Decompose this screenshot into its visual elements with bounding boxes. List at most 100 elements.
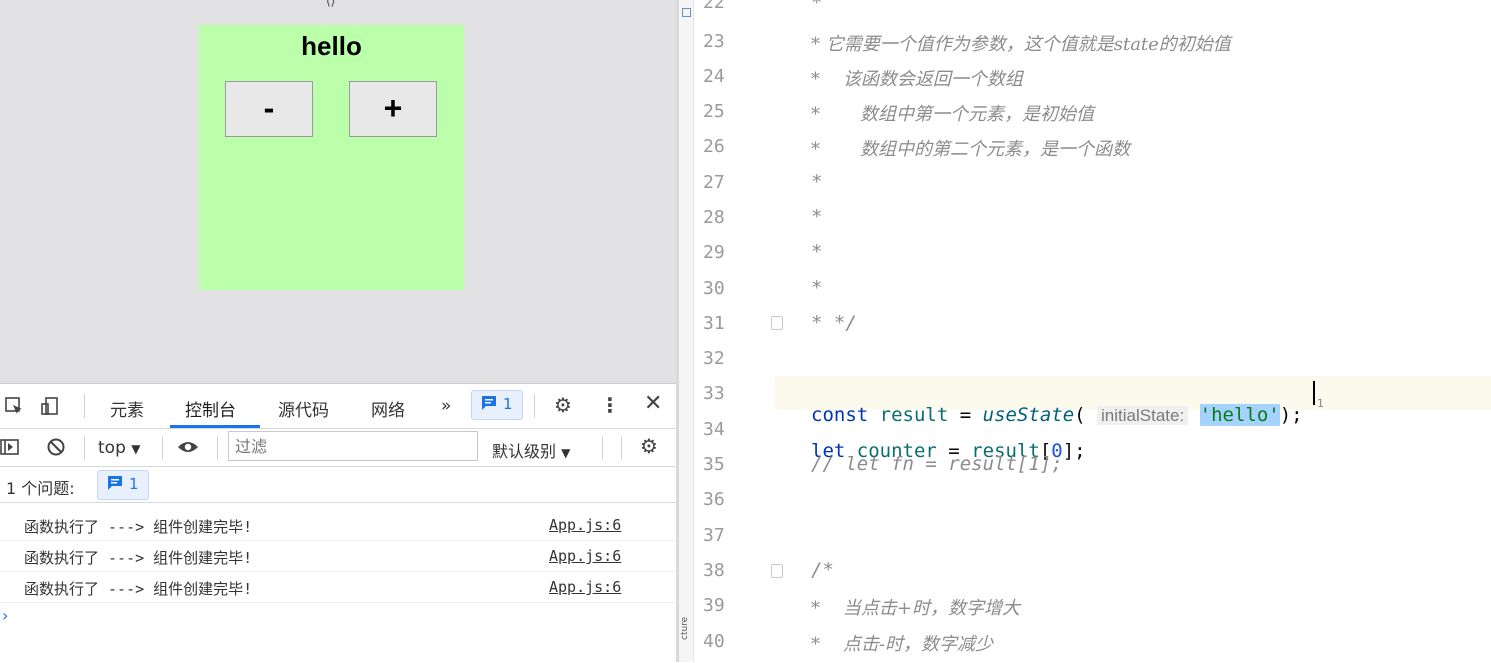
line-number: 28	[703, 207, 725, 228]
message-icon	[481, 395, 497, 415]
fold-end-icon[interactable]	[771, 316, 783, 330]
message-icon	[107, 475, 123, 495]
tab-sources[interactable]: 源代码	[278, 396, 329, 421]
context-selector[interactable]: top ▼	[98, 438, 141, 458]
line-number: 34	[703, 419, 725, 440]
console-prompt[interactable]: ›	[2, 606, 8, 625]
app-container: hello - +	[199, 25, 464, 290]
structure-tab-label[interactable]: cture	[680, 617, 690, 640]
line-number: 29	[703, 242, 725, 263]
browser-viewport: ⟨⟩ hello - +	[0, 0, 676, 383]
close-devtools-icon[interactable]: ✕	[644, 393, 662, 415]
live-expression-eye-icon[interactable]	[177, 437, 199, 462]
tab-network[interactable]: 网络	[371, 396, 405, 421]
code-line-23: * 它需要一个值作为参数，这个值就是state的初始值	[811, 34, 1231, 55]
code-line-22: *	[811, 0, 823, 14]
settings-gear-icon[interactable]: ⚙	[554, 395, 572, 415]
code-line-27: *	[811, 171, 823, 193]
sidebar-toggle-icon[interactable]	[0, 437, 20, 462]
log-source-link[interactable]: App.js:6	[549, 516, 621, 534]
code-line-38: /*	[811, 559, 834, 581]
separator	[621, 436, 622, 460]
console-log-row: 函数执行了 ---> 组件创建完毕! App.js:6	[0, 510, 676, 541]
line-number: 33	[703, 383, 725, 404]
increment-button[interactable]: +	[349, 81, 437, 137]
issues-bar: 1 个问题: 1	[0, 466, 676, 503]
decrement-button[interactable]: -	[225, 81, 313, 137]
issues-badge[interactable]: 1	[97, 470, 149, 500]
context-value: top	[98, 438, 126, 458]
code-line-26: * 数组中的第二个元素，是一个函数	[811, 139, 1131, 160]
line-number: 27	[703, 172, 725, 193]
paren-close: );	[1279, 404, 1303, 426]
line-number: 37	[703, 525, 725, 546]
code-line-28: *	[811, 206, 823, 228]
code-line-24: * 该函数会返回一个数组	[811, 69, 1023, 90]
log-source-link[interactable]: App.js:6	[549, 578, 621, 596]
separator	[602, 436, 603, 460]
structure-icon[interactable]	[682, 8, 691, 17]
line-number: 32	[703, 348, 725, 369]
more-options-icon[interactable]: ⋮	[600, 395, 620, 415]
code-line-35: // let fn = result[1];	[811, 453, 1063, 475]
code-line-31: * */	[811, 312, 857, 334]
inspect-element-icon[interactable]	[4, 396, 24, 421]
separator	[84, 394, 85, 418]
dropdown-arrow-icon: ▼	[561, 446, 571, 460]
devtools-panel: 元素 控制台 源代码 网络 » 1 ⚙ ⋮ ✕ top ▼ 过滤 默认级别 ▼ …	[0, 383, 676, 663]
line-number: 30	[703, 278, 725, 299]
tab-console[interactable]: 控制台	[185, 396, 236, 421]
line-number: 26	[703, 136, 725, 157]
console-filter-input[interactable]	[228, 431, 478, 461]
cursor-marker: 1	[1317, 397, 1324, 410]
fold-start-icon[interactable]	[771, 564, 783, 578]
line-number: 35	[703, 454, 725, 475]
separator	[217, 436, 218, 460]
log-message: 函数执行了 ---> 组件创建完毕!	[24, 518, 253, 536]
separator	[84, 436, 85, 460]
code-line-39: * 当点击+时，数字增大	[811, 598, 1020, 619]
code-line-29: *	[811, 241, 823, 263]
devtools-tabbar: 元素 控制台 源代码 网络 » 1 ⚙ ⋮ ✕	[0, 384, 676, 429]
messages-badge[interactable]: 1	[471, 390, 523, 420]
console-log-row: 函数执行了 ---> 组件创建完毕! App.js:6	[0, 572, 676, 603]
console-settings-gear-icon[interactable]: ⚙	[640, 436, 658, 456]
app-title: hello	[301, 31, 362, 61]
separator	[162, 436, 163, 460]
line-number: 25	[703, 101, 725, 122]
string-argument-selected: 'hello'	[1199, 404, 1280, 426]
messages-count: 1	[503, 395, 513, 413]
cursor-marker-icon: ⟨⟩	[326, 0, 336, 8]
line-number: 24	[703, 66, 725, 87]
line-number: 38	[703, 560, 725, 581]
issues-count: 1	[129, 475, 139, 493]
issues-label: 1 个问题:	[6, 479, 75, 498]
log-source-link[interactable]: App.js:6	[549, 547, 621, 565]
more-tabs-button[interactable]: »	[441, 396, 451, 416]
code-line-30: *	[811, 277, 823, 299]
line-number: 39	[703, 595, 725, 616]
log-message: 函数执行了 ---> 组件创建完毕!	[24, 580, 253, 598]
bracket-close: ];	[1062, 440, 1086, 462]
code-editor[interactable]: cture 22 23 24 25 26 27 28 29 30 31 32 3…	[679, 0, 1491, 662]
line-number: 22	[703, 0, 725, 13]
device-toolbar-icon[interactable]	[40, 396, 60, 421]
log-level-selector[interactable]: 默认级别 ▼	[492, 438, 570, 462]
clear-console-icon[interactable]	[46, 437, 66, 462]
code-line-25: * 数组中第一个元素，是初始值	[811, 104, 1095, 125]
console-log-row: 函数执行了 ---> 组件创建完毕! App.js:6	[0, 541, 676, 572]
line-number-gutter: cture 22 23 24 25 26 27 28 29 30 31 32 3…	[679, 0, 783, 662]
line-number: 40	[703, 631, 725, 652]
log-message: 函数执行了 ---> 组件创建完毕!	[24, 549, 253, 567]
line-number: 36	[703, 489, 725, 510]
line-number: 23	[703, 31, 725, 52]
log-level-value: 默认级别	[492, 442, 557, 461]
structure-tool-strip[interactable]: cture	[679, 0, 694, 662]
code-line-40: * 点击-时，数字减少	[811, 634, 993, 655]
console-toolbar: top ▼ 默认级别 ▼ ⚙	[0, 428, 676, 467]
dropdown-arrow-icon: ▼	[131, 442, 141, 456]
tab-elements[interactable]: 元素	[110, 396, 144, 421]
line-number: 31	[703, 313, 725, 334]
separator	[534, 394, 535, 418]
text-caret	[1313, 381, 1315, 405]
